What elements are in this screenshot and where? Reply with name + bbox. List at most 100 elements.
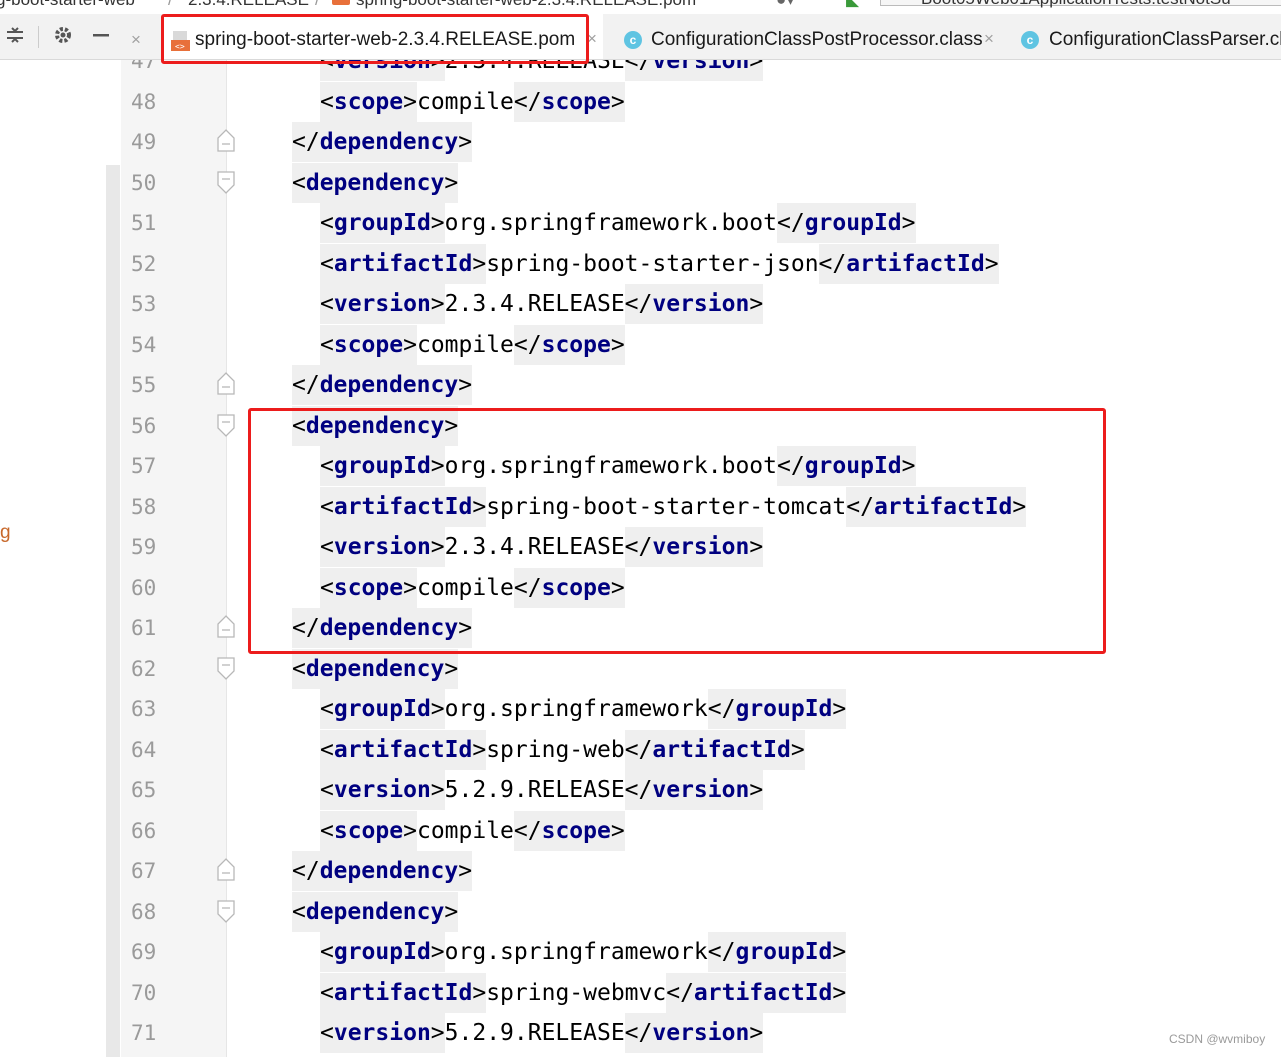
angle-bracket: < xyxy=(320,493,334,520)
code-line[interactable]: 61 </dependency> xyxy=(0,608,1281,648)
code-line[interactable]: 59 <version>2.3.4.RELEASE</version> xyxy=(0,527,1281,567)
code-line[interactable]: 66 <scope>compile</scope> xyxy=(0,810,1281,851)
angle-bracket: </ xyxy=(513,331,542,358)
breadcrumb-item[interactable]: g-boot-starter-web xyxy=(0,0,135,10)
tag-name: version xyxy=(333,1020,431,1046)
code-line[interactable]: 50 <dependency> xyxy=(0,162,1281,203)
code-line[interactable]: 56 <dependency> xyxy=(0,405,1281,446)
code-line[interactable]: 58 <artifactId>spring-boot-starter-tomcat… xyxy=(0,486,1281,527)
angle-bracket: < xyxy=(320,331,334,358)
xml-close-tag: </artifactId> xyxy=(624,729,805,770)
tag-name: artifactId xyxy=(333,979,473,1006)
fold-open-icon[interactable] xyxy=(216,655,236,681)
code-line[interactable]: 65 <version>5.2.9.RELEASE</version> xyxy=(0,770,1281,810)
close-icon[interactable]: × xyxy=(131,30,141,50)
code-line[interactable]: 63 <groupId>org.springframework</groupId> xyxy=(0,689,1281,729)
xml-code: <artifactId>spring-web</artifactId> xyxy=(320,729,805,770)
fold-open-icon[interactable] xyxy=(216,898,236,924)
minimize-icon[interactable] xyxy=(89,24,113,48)
code-line[interactable]: 54 <scope>compile</scope> xyxy=(0,324,1281,365)
angle-bracket: > xyxy=(472,979,487,1006)
tag-name: version xyxy=(333,777,431,803)
xml-open-tag: <groupId> xyxy=(320,203,445,243)
code-line[interactable]: 51 <groupId>org.springframework.boot</gro… xyxy=(0,203,1281,243)
xml-code: <version>5.2.9.RELEASE</version> xyxy=(320,770,764,810)
tag-name: version xyxy=(652,1020,750,1046)
angle-bracket: < xyxy=(292,655,306,682)
code-line[interactable]: 62 <dependency> xyxy=(0,648,1281,689)
xml-value: spring-boot-starter-tomcat xyxy=(486,493,847,520)
code-line[interactable]: 70 <artifactId>spring-webmvc</artifactId> xyxy=(0,972,1281,1013)
close-tab-icon[interactable]: × xyxy=(587,29,597,49)
code-line[interactable]: 47 <version>2.3.4.RELEASE</version> xyxy=(0,60,1281,81)
angle-bracket: </ xyxy=(513,574,542,601)
tag-name: groupId xyxy=(804,453,902,479)
tab-pom-file[interactable]: <> spring-boot-starter-web-2.3.4.RELEASE… xyxy=(163,14,603,59)
fold-close-icon[interactable] xyxy=(216,128,236,154)
tag-name: groupId xyxy=(735,696,833,722)
angle-bracket: > xyxy=(749,1020,764,1046)
line-number: 54 xyxy=(131,332,157,357)
xml-open-tag: <version> xyxy=(320,527,445,567)
breadcrumb-item[interactable]: spring-boot-starter-web-2.3.4.RELEASE.po… xyxy=(356,0,696,10)
angle-bracket: > xyxy=(610,574,625,601)
angle-bracket: > xyxy=(984,250,999,277)
collapse-all-icon[interactable] xyxy=(3,24,27,48)
angle-bracket: > xyxy=(403,331,417,358)
code-editor[interactable]: 47 <version>2.3.4.RELEASE</version> 48 <sco… xyxy=(0,60,1281,1057)
fold-close-icon[interactable] xyxy=(216,371,236,397)
tab-configuration-class-post-processor[interactable]: c ConfigurationClassPostProcessor.class … xyxy=(615,14,1010,59)
code-line[interactable]: 69 <groupId>org.springframework</groupId> xyxy=(0,932,1281,972)
angle-bracket: > xyxy=(749,534,764,560)
code-line[interactable]: 53 <version>2.3.4.RELEASE</version> xyxy=(0,284,1281,324)
angle-bracket: < xyxy=(320,250,334,277)
tab-configuration-class-parser[interactable]: c ConfigurationClassParser.cl xyxy=(1012,14,1281,59)
xml-close-tag: </scope> xyxy=(513,810,625,851)
angle-bracket: </ xyxy=(624,534,653,560)
pom-file-icon xyxy=(332,0,350,5)
build-hammer-icon[interactable]: ◣ xyxy=(846,0,859,10)
user-icon[interactable]: ●▾ xyxy=(776,0,795,10)
angle-bracket: > xyxy=(430,210,445,236)
code-line[interactable]: 71 <version>5.2.9.RELEASE</version> xyxy=(0,1013,1281,1053)
angle-bracket: </ xyxy=(513,817,542,844)
fold-open-icon[interactable] xyxy=(216,412,236,438)
angle-bracket: > xyxy=(430,939,445,965)
xml-open-tag: <dependency> xyxy=(292,648,459,689)
line-number: 53 xyxy=(131,292,157,316)
angle-bracket: > xyxy=(832,979,847,1006)
fold-open-icon[interactable] xyxy=(216,169,236,195)
angle-bracket: < xyxy=(292,412,306,439)
code-line[interactable]: 60 <scope>compile</scope> xyxy=(0,567,1281,608)
code-line[interactable]: 48 <scope>compile</scope> xyxy=(0,81,1281,122)
xml-code: <scope>compile</scope> xyxy=(320,567,625,608)
close-tab-icon[interactable]: × xyxy=(984,29,994,49)
xml-value: 2.3.4.RELEASE xyxy=(444,291,625,317)
line-number: 68 xyxy=(131,899,157,924)
code-line[interactable]: 52 <artifactId>spring-boot-starter-json</… xyxy=(0,243,1281,284)
code-line[interactable]: 57 <groupId>org.springframework.boot</gro… xyxy=(0,446,1281,486)
code-line[interactable]: 55 </dependency> xyxy=(0,365,1281,405)
code-line[interactable]: 68 <dependency> xyxy=(0,891,1281,932)
xml-close-tag: </version> xyxy=(624,60,764,81)
breadcrumb-item[interactable]: 2.3.4.RELEASE xyxy=(188,0,309,10)
run-configuration-select[interactable]: Boot05Web01ApplicationTests.testNotSu xyxy=(880,0,1281,8)
class-c-icon: c xyxy=(624,31,642,49)
xml-open-tag: <dependency> xyxy=(292,405,459,446)
xml-close-tag: </dependency> xyxy=(292,608,473,648)
code-line[interactable]: 49 </dependency> xyxy=(0,122,1281,162)
angle-bracket: < xyxy=(320,534,334,560)
gear-icon[interactable] xyxy=(51,24,75,48)
code-line[interactable]: 67 </dependency> xyxy=(0,851,1281,891)
code-line[interactable]: 64 <artifactId>spring-web</artifactId> xyxy=(0,729,1281,770)
xml-close-tag: </groupId> xyxy=(777,446,916,486)
xml-close-tag: </dependency> xyxy=(292,851,473,891)
angle-bracket: </ xyxy=(846,493,874,520)
xml-open-tag: <version> xyxy=(320,770,445,810)
line-number: 49 xyxy=(131,130,157,154)
line-number: 69 xyxy=(131,940,157,964)
fold-close-icon[interactable] xyxy=(216,857,236,883)
xml-close-tag: </groupId> xyxy=(707,932,847,972)
fold-close-icon[interactable] xyxy=(216,614,236,640)
xml-open-tag: <scope> xyxy=(320,567,417,608)
